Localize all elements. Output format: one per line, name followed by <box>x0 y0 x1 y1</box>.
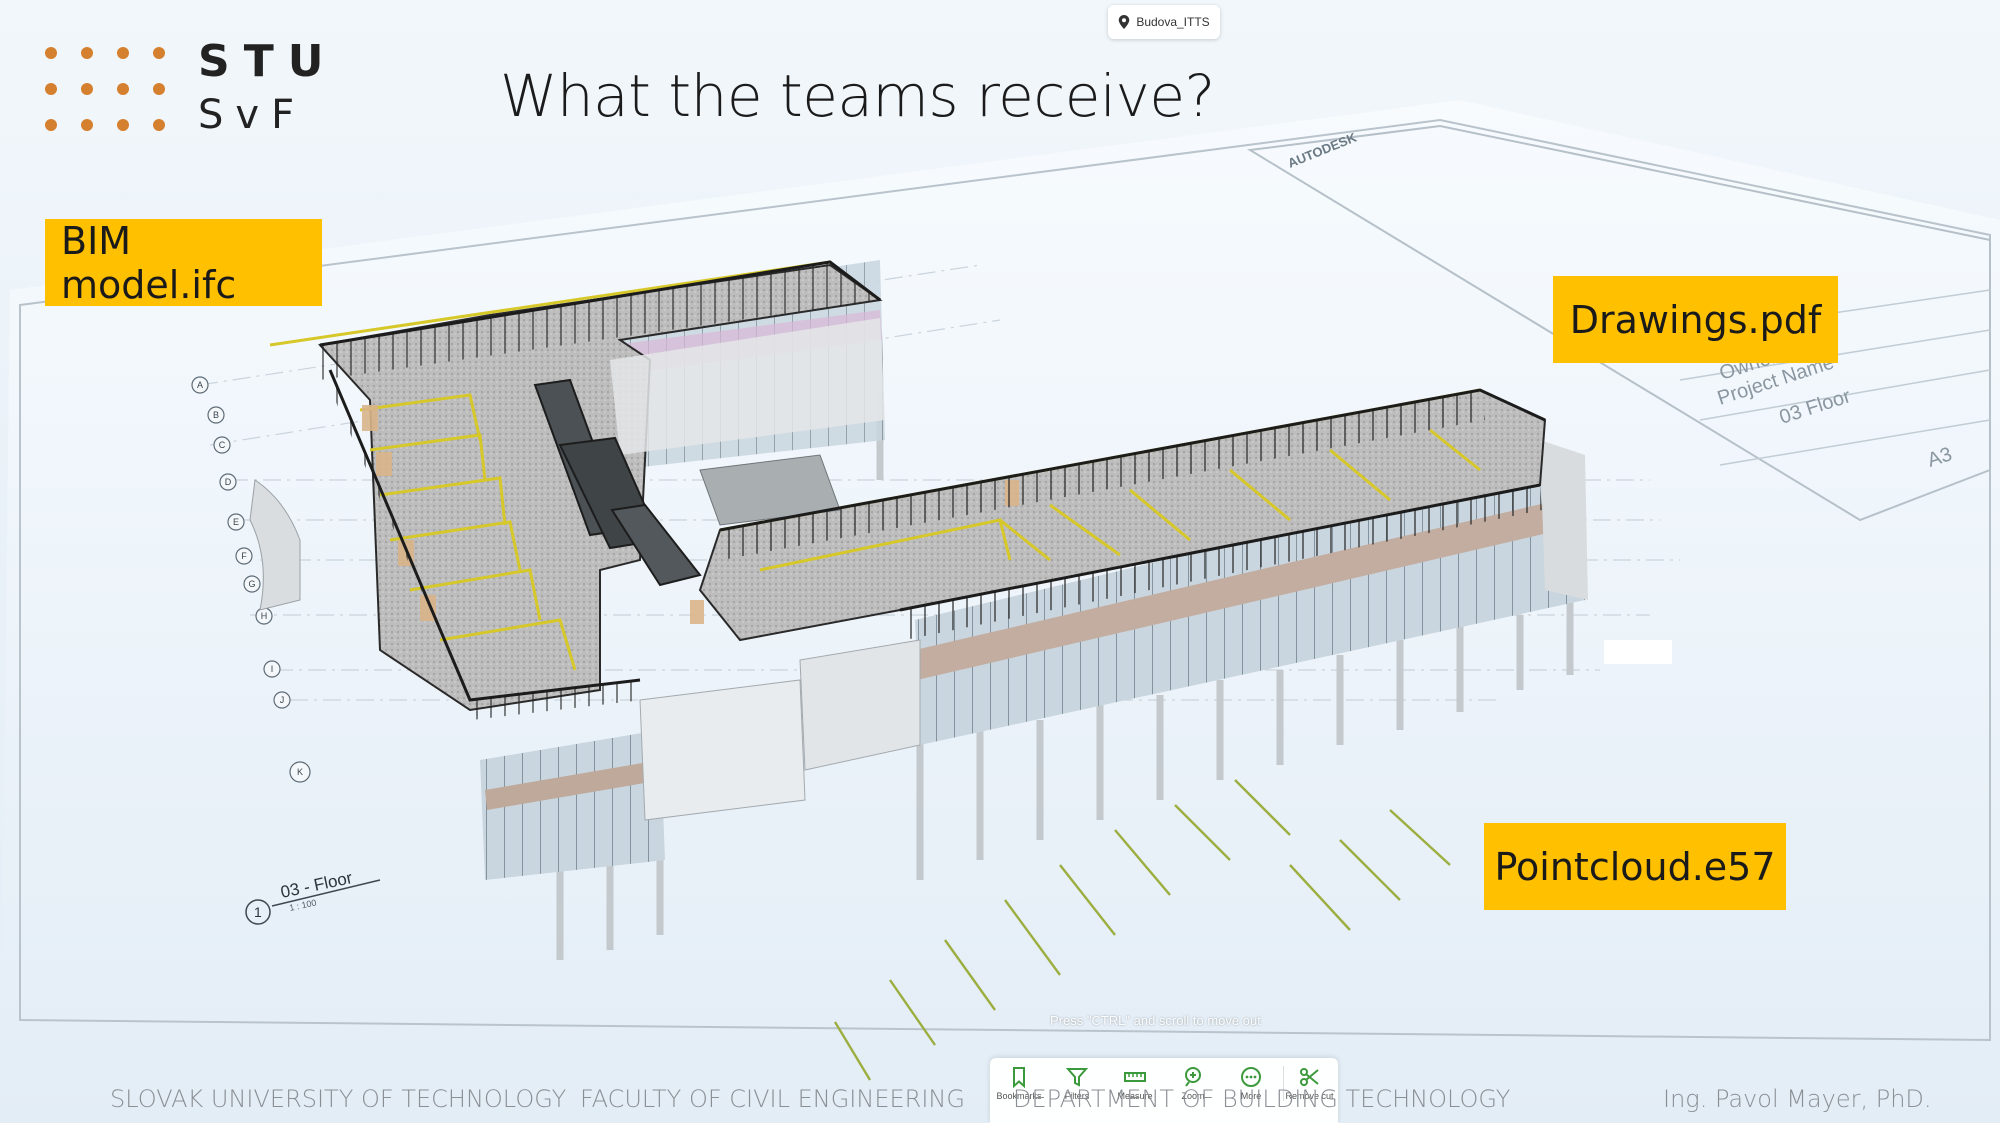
footer-university: SLOVAK UNIVERSITY OF TECHNOLOGY <box>110 1085 567 1113</box>
bim-model-label: BIM model.ifc <box>45 219 322 307</box>
stu-svf-logo: STU SvF <box>40 36 323 140</box>
location-pill[interactable]: Budova_ITTS <box>1108 5 1220 39</box>
grid-label: C <box>219 440 226 450</box>
grid-label: F <box>241 551 247 561</box>
grid-label: A <box>197 380 203 390</box>
grid-label: E <box>233 517 239 527</box>
viewer-canvas[interactable]: AUTODESK Owner Project Name 03 Floor A3 <box>0 0 2000 1123</box>
grid-label: K <box>297 767 303 777</box>
scroll-hint: Press "CTRL" and scroll to move out <box>1050 1013 1261 1028</box>
grid-label: H <box>261 611 268 621</box>
location-label: Budova_ITTS <box>1136 15 1210 29</box>
grid-label: B <box>213 410 219 420</box>
map-pin-icon <box>1119 15 1130 29</box>
grid-label: J <box>280 695 285 705</box>
footer-author: Ing. Pavol Mayer, PhD. <box>1663 1085 1932 1113</box>
footer-department: DEPARTMENT OF BUILDING TECHNOLOGY <box>1013 1085 1511 1113</box>
slide-title: What the teams receive? <box>500 62 1215 130</box>
drawings-label: Drawings.pdf <box>1553 276 1838 363</box>
view-number: 1 <box>254 904 262 920</box>
footer-faculty: FACULTY OF CIVIL ENGINEERING <box>580 1085 965 1113</box>
pointcloud-label: Pointcloud.e57 <box>1484 823 1786 910</box>
grid-label: G <box>248 579 255 589</box>
marker-block <box>1604 640 1672 664</box>
logo-line-1: STU <box>198 36 338 87</box>
model-viewport[interactable]: AUTODESK Owner Project Name 03 Floor A3 <box>0 0 2000 1123</box>
logo-line-2: SvF <box>198 92 307 138</box>
grid-label: D <box>225 477 232 487</box>
grid-label: I <box>271 664 274 674</box>
logo-dots <box>45 47 165 131</box>
